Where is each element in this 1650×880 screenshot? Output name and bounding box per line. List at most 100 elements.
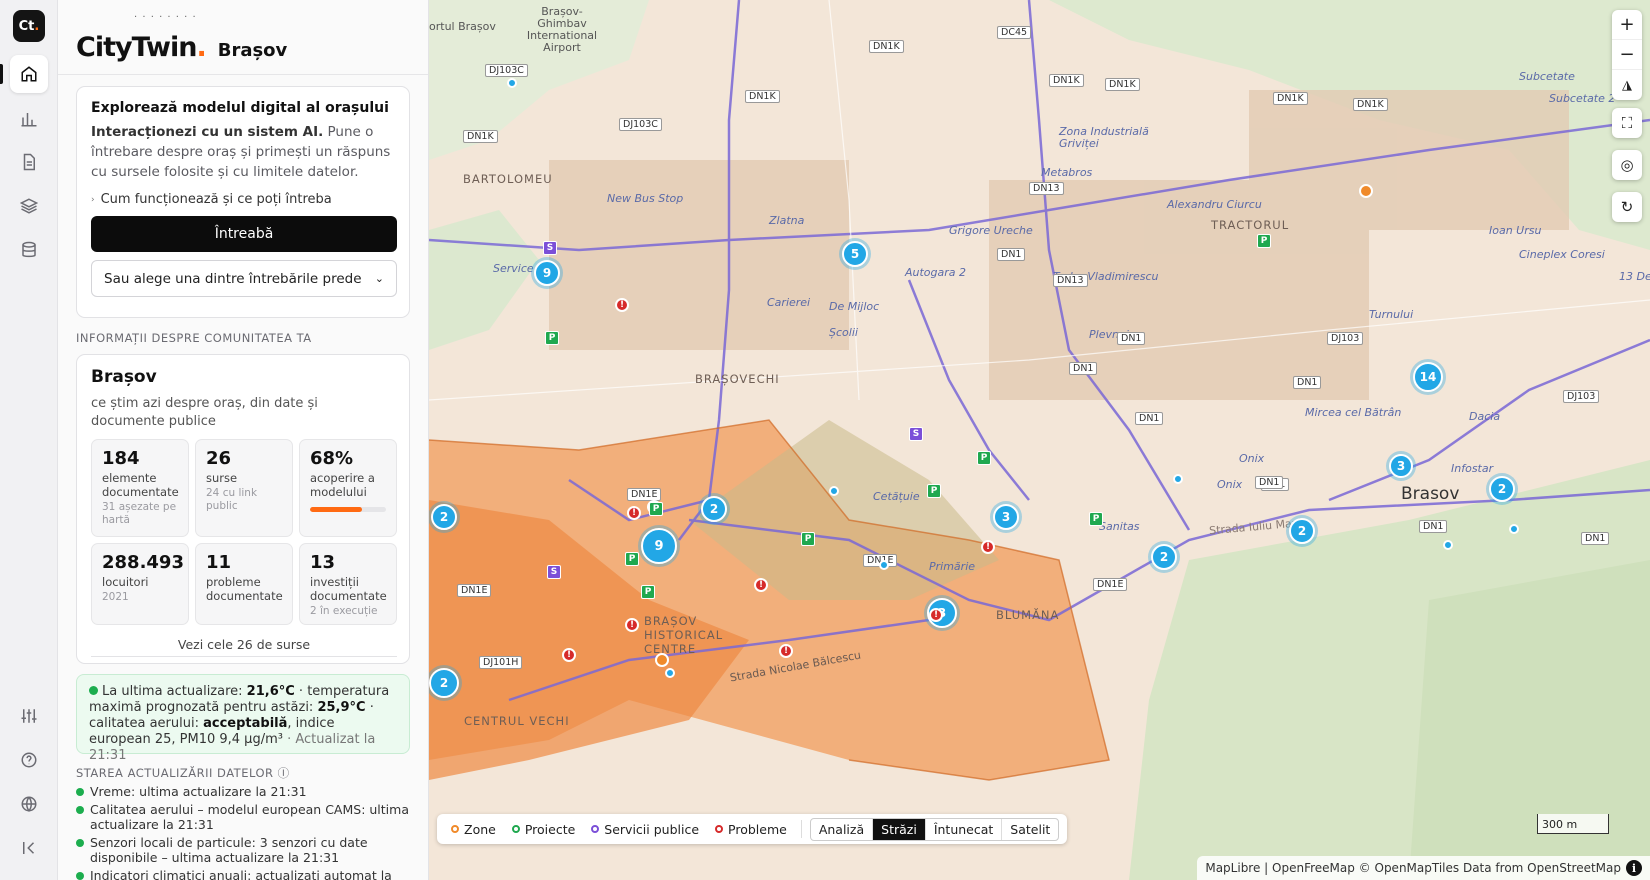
problem-marker[interactable]: ! [625, 618, 639, 632]
stop-label: Mircea cel Bătrân [1305, 406, 1402, 419]
stat-card: 26 surse 24 cu link public [195, 439, 293, 537]
info-icon[interactable]: i [1626, 860, 1642, 876]
zone-marker[interactable] [1359, 184, 1373, 198]
layers-nav-button[interactable] [10, 187, 48, 225]
app-logo[interactable]: Ct. [13, 10, 45, 42]
compass-icon: ◮ [1622, 77, 1632, 93]
legend-services-toggle[interactable]: Servicii publice [585, 822, 705, 837]
help-nav-button[interactable] [10, 741, 48, 779]
legend-zones-toggle[interactable]: Zone [445, 822, 502, 837]
road-tag: DN1 [997, 248, 1026, 261]
stop-label: Alexandru Ciurcu [1167, 198, 1262, 211]
transit-stop-marker[interactable] [507, 78, 517, 88]
language-nav-button[interactable] [10, 785, 48, 823]
map-cluster[interactable]: 2 [429, 668, 459, 698]
problem-marker[interactable]: ! [779, 644, 793, 658]
road-tag: DN1 [1069, 362, 1098, 375]
road-tag: DJ103C [619, 118, 662, 131]
problem-marker[interactable]: ! [562, 648, 576, 662]
problem-marker[interactable]: ! [929, 608, 943, 622]
divider [800, 820, 802, 838]
project-marker[interactable]: P [625, 552, 639, 566]
map-cluster[interactable]: 5 [842, 241, 868, 267]
map-cluster[interactable]: 2 [1489, 476, 1515, 502]
legend-problems-toggle[interactable]: Probleme [709, 822, 793, 837]
road-tag: DJ103C [485, 64, 528, 77]
stat-label: investiții documentate [310, 575, 387, 603]
document-icon [23, 153, 35, 171]
stat-label: probleme documentate [206, 575, 283, 603]
public-service-marker[interactable]: S [547, 565, 561, 579]
map-cluster[interactable]: 3 [993, 504, 1019, 530]
road-tag: DN1 [1419, 520, 1448, 533]
public-service-marker[interactable]: S [543, 241, 557, 255]
legend-projects-toggle[interactable]: Proiecte [506, 822, 581, 837]
database-nav-button[interactable] [10, 231, 48, 269]
public-service-marker[interactable]: S [909, 427, 923, 441]
geolocate-control: ◎ [1612, 150, 1642, 180]
charts-nav-button[interactable] [10, 100, 48, 138]
stop-label: Turnului [1369, 308, 1414, 321]
ask-button[interactable]: Întreabă [91, 216, 397, 252]
zoom-out-button[interactable]: − [1612, 40, 1642, 70]
transit-stop-marker[interactable] [665, 668, 675, 678]
database-icon [22, 241, 36, 258]
stop-label: Subcetate [1519, 70, 1575, 83]
reset-view-button[interactable]: ↻ [1612, 192, 1642, 222]
collapse-panel-button[interactable] [10, 829, 48, 867]
map-style-dark[interactable]: Întunecat [926, 818, 1003, 840]
problem-marker[interactable]: ! [981, 540, 995, 554]
project-marker[interactable]: P [1089, 512, 1103, 526]
map-style-switcher: Analiză Străzi Întunecat Satelit [809, 817, 1060, 841]
road-tag: DN1 [1117, 332, 1146, 345]
transit-stop-marker[interactable] [879, 560, 889, 570]
district-label: BRAȘOVECHI [695, 372, 780, 386]
preset-questions-select[interactable]: Sau alege una dintre întrebările prede ⌄ [91, 260, 397, 297]
road-tag: DN13 [1029, 182, 1064, 195]
chevron-down-icon: ⌄ [374, 272, 384, 285]
problem-marker[interactable]: ! [627, 506, 641, 520]
city-map[interactable]: Brașov-Ghimbav International Airport ort… [429, 0, 1650, 880]
transit-stop-marker[interactable] [1509, 524, 1519, 534]
map-cluster[interactable]: 2 [1151, 544, 1177, 570]
transit-stop-marker[interactable] [1173, 474, 1183, 484]
project-marker[interactable]: P [641, 585, 655, 599]
geolocate-button[interactable]: ◎ [1612, 150, 1642, 180]
documents-nav-button[interactable] [10, 143, 48, 181]
fullscreen-button[interactable]: ⛶ [1612, 108, 1642, 138]
transit-stop-marker[interactable] [829, 486, 839, 496]
map-style-satellite[interactable]: Satelit [1002, 819, 1058, 840]
see-sources-link[interactable]: Vezi cele 26 de surse [91, 637, 397, 657]
project-marker[interactable]: P [545, 331, 559, 345]
map-cluster[interactable]: 9 [534, 260, 560, 286]
project-marker[interactable]: P [1257, 234, 1271, 248]
how-it-works-toggle[interactable]: › Cum funcționează și ce poți întreba [91, 192, 395, 207]
project-marker[interactable]: P [801, 532, 815, 546]
map-cluster[interactable]: 3 [1389, 454, 1413, 478]
project-marker[interactable]: P [649, 502, 663, 516]
project-marker[interactable]: P [977, 451, 991, 465]
stat-value: 26 [206, 448, 232, 469]
zone-marker[interactable] [655, 653, 669, 667]
filters-nav-button[interactable] [10, 697, 48, 735]
map-cluster[interactable]: 2 [1289, 518, 1315, 544]
map-style-streets[interactable]: Străzi [873, 818, 926, 840]
attribution-text[interactable]: MapLibre | OpenFreeMap © OpenMapTiles Da… [1205, 861, 1621, 875]
district-label: CENTRUL VECHI [464, 714, 570, 728]
stat-label: acoperire a modelului [310, 471, 375, 499]
map-style-analysis[interactable]: Analiză [811, 818, 874, 840]
problem-marker[interactable]: ! [754, 578, 768, 592]
problem-marker[interactable]: ! [615, 298, 629, 312]
transit-stop-marker[interactable] [1443, 540, 1453, 550]
project-marker[interactable]: P [927, 484, 941, 498]
map-cluster[interactable]: 14 [1413, 362, 1443, 392]
map-cluster[interactable]: 9 [641, 528, 677, 564]
weather-banner: La ultima actualizare: 21,6°C · temperat… [76, 674, 410, 763]
map-cluster[interactable]: 2 [701, 496, 727, 522]
city-name: Brașov [217, 40, 288, 61]
home-nav-button[interactable] [10, 55, 48, 93]
zoom-in-button[interactable]: + [1612, 10, 1642, 40]
compass-button[interactable]: ◮ [1612, 70, 1642, 100]
map-cluster[interactable]: 2 [431, 504, 457, 530]
legend-label: Probleme [728, 821, 787, 837]
